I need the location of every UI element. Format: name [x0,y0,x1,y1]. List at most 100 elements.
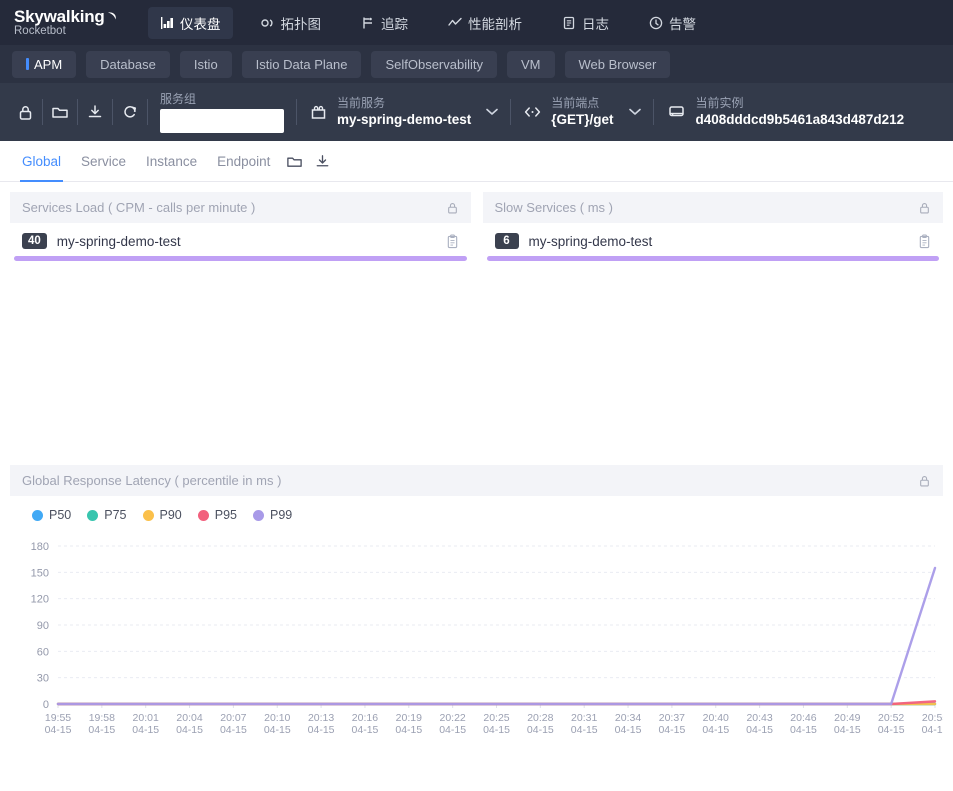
subnav-item-endpoint[interactable]: Endpoint [207,141,280,182]
svg-text:04-15: 04-15 [527,724,554,736]
svg-text:04-15: 04-15 [922,724,943,736]
svg-text:04-15: 04-15 [176,724,203,736]
legend-item-p75[interactable]: P75 [87,508,127,522]
card-title: Services Load ( CPM - calls per minute ) [22,200,256,215]
svg-text:120: 120 [31,594,49,606]
top-widget-row: Services Load ( CPM - calls per minute )… [10,192,943,261]
current-instance-selector[interactable]: 当前实例 d408dddcd9b5461a843d487d212 [654,83,917,141]
list-item[interactable]: 6 my-spring-demo-test [483,231,944,249]
service-group-input[interactable] [160,108,284,133]
global-response-latency-card: Global Response Latency ( percentile in … [10,465,943,746]
current-endpoint-field: 当前端点 {GET}/get [551,96,613,128]
metrics-subnav: Global Service Instance Endpoint [0,141,953,182]
current-endpoint-label: 当前端点 [551,96,600,110]
tab-label: VM [521,56,541,72]
legend-item-p90[interactable]: P90 [142,508,182,522]
tab-label: SelfObservability [385,56,483,72]
nav-item-topology[interactable]: 拓扑图 [249,7,334,39]
nav-item-dashboard[interactable]: 仪表盘 [148,6,233,39]
current-service-selector[interactable]: 当前服务 my-spring-demo-test [297,83,510,141]
rank-item-name: my-spring-demo-test [56,233,181,249]
slow-services-card: Slow Services ( ms ) 6 my-spring-demo-te… [482,192,944,261]
lock-icon[interactable] [446,201,459,215]
svg-text:04-15: 04-15 [220,724,247,736]
services-load-card: Services Load ( CPM - calls per minute )… [10,192,471,261]
legend-label: P75 [104,508,127,522]
clipboard-icon[interactable] [446,233,459,249]
download-icon[interactable] [78,95,112,129]
svg-text:20:04: 20:04 [176,712,202,724]
svg-text:04-15: 04-15 [395,724,422,736]
skywalking-app: Skywalking Rocketbot 仪表盘 拓扑图 追踪 性能剖析 日志 … [0,0,953,791]
svg-text:04-15: 04-15 [88,724,115,736]
svg-text:20:19: 20:19 [396,712,422,724]
chevron-down-icon[interactable] [486,105,499,119]
legend-item-p99[interactable]: P99 [253,508,292,522]
nav-item-profile[interactable]: 性能剖析 [436,7,534,39]
nav-item-trace[interactable]: 追踪 [349,7,420,39]
svg-text:90: 90 [37,620,49,632]
list-item[interactable]: 40 my-spring-demo-test [10,231,471,249]
legend-label: P95 [214,508,237,522]
brand-subtitle: Rocketbot [14,24,66,37]
subnav-item-global[interactable]: Global [12,141,71,182]
legend-item-p95[interactable]: P95 [197,508,237,522]
trace-icon [361,16,375,30]
svg-text:04-15: 04-15 [571,724,598,736]
svg-text:150: 150 [31,567,49,579]
folder-icon[interactable] [43,95,77,129]
legend-color-swatch [253,509,264,521]
svg-text:20:40: 20:40 [703,712,729,724]
download-icon[interactable] [308,141,336,182]
service-group-selector[interactable]: 服务组 [148,83,296,141]
tab-label: Web Browser [578,56,657,72]
svg-text:20:46: 20:46 [790,712,816,724]
tab-vm[interactable]: VM [507,50,555,78]
chart-legend: P50 P75 P90 P95 P99 [10,496,943,522]
svg-text:20:13: 20:13 [308,712,334,724]
lock-icon[interactable] [918,474,931,488]
svg-text:20:55: 20:55 [922,712,943,724]
clipboard-icon[interactable] [918,233,931,249]
tab-apm[interactable]: APM [12,50,77,78]
current-endpoint-selector[interactable]: 当前端点 {GET}/get [511,83,652,141]
tab-web-browser[interactable]: Web Browser [564,50,671,78]
tab-istio-data-plane[interactable]: Istio Data Plane [241,50,362,78]
tab-selfobservability[interactable]: SelfObservability [371,50,497,78]
tab-istio[interactable]: Istio [179,50,232,78]
service-group-field: 服务组 [160,92,284,133]
svg-text:04-15: 04-15 [439,724,466,736]
svg-text:60: 60 [37,646,49,658]
legend-color-swatch [87,509,99,521]
instance-icon [666,103,687,121]
moon-icon [106,9,117,20]
rank-item-name: my-spring-demo-test [528,233,653,249]
topology-icon [260,16,275,30]
legend-item-p50[interactable]: P50 [32,508,71,522]
lock-icon[interactable] [918,201,931,215]
legend-color-swatch [32,509,43,521]
nav-item-alarm[interactable]: 告警 [637,7,708,39]
svg-text:20:52: 20:52 [878,712,904,724]
subnav-item-instance[interactable]: Instance [136,141,207,182]
svg-text:20:07: 20:07 [220,712,246,724]
rank-value-badge: 40 [22,233,47,249]
svg-text:20:34: 20:34 [615,712,641,724]
svg-text:04-15: 04-15 [45,724,72,736]
dashboard-content: Services Load ( CPM - calls per minute )… [0,182,953,756]
folder-icon[interactable] [280,141,308,182]
top-navigation-bar: Skywalking Rocketbot 仪表盘 拓扑图 追踪 性能剖析 日志 … [0,0,953,45]
tab-database[interactable]: Database [86,50,170,78]
latency-line-chart: 030609012015018019:5504-1519:5804-1520:0… [31,541,943,736]
chevron-down-icon[interactable] [628,105,641,119]
subnav-item-service[interactable]: Service [71,141,136,182]
nav-label: 拓扑图 [280,16,322,32]
top-nav-items: 仪表盘 拓扑图 追踪 性能剖析 日志 告警 [148,6,724,39]
nav-label: 仪表盘 [180,16,221,32]
svg-text:19:58: 19:58 [89,712,115,724]
svg-text:04-15: 04-15 [308,724,335,736]
refresh-icon[interactable] [113,95,147,129]
nav-label: 日志 [582,16,609,32]
lock-icon[interactable] [8,95,42,129]
nav-item-log[interactable]: 日志 [550,7,621,39]
